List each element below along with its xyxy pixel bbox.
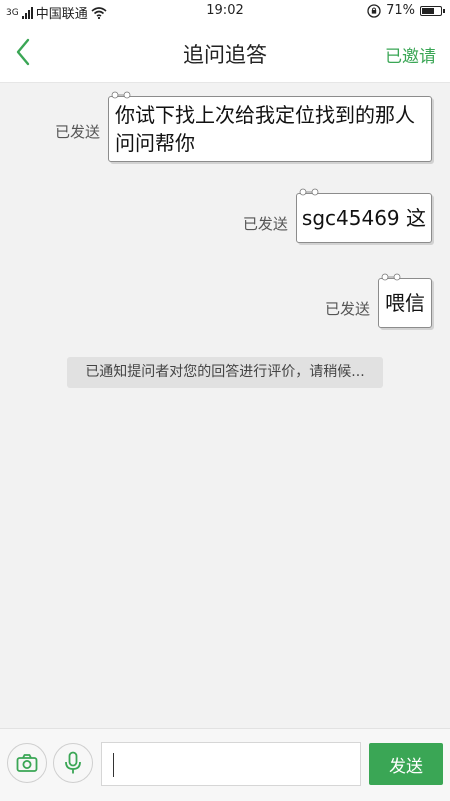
- status-bar-right: 71%: [367, 3, 445, 18]
- back-button[interactable]: [8, 34, 44, 70]
- title-bar: 追问追答 已邀请: [0, 24, 450, 83]
- bubble-decoration-icon: [299, 188, 319, 196]
- message-bubble[interactable]: 你试下找上次给我定位找到的那人问问帮你: [108, 91, 432, 162]
- message-status: 已发送: [54, 123, 100, 141]
- send-button[interactable]: 发送: [369, 743, 443, 785]
- status-bar: 3G 中国联通 19:02 71%: [0, 0, 450, 24]
- message-status: 已发送: [242, 215, 288, 233]
- text-caret: [113, 753, 114, 777]
- input-bar: 发送: [0, 728, 450, 801]
- battery-fill: [422, 7, 434, 14]
- message-text: sgc45469 这: [301, 206, 426, 230]
- message-list[interactable]: 已发送 你试下找上次给我定位找到的那人问问帮你 已发送 sgc45469 这 已…: [0, 83, 450, 728]
- message-row: 已发送 你试下找上次给我定位找到的那人问问帮你: [54, 91, 432, 162]
- page-title: 追问追答: [183, 43, 267, 67]
- battery-icon: [420, 5, 445, 16]
- message-status: 已发送: [324, 300, 370, 318]
- rotation-lock-icon: [367, 3, 381, 18]
- message-text: 喂信: [385, 291, 425, 315]
- voice-button[interactable]: [53, 743, 93, 783]
- invite-button[interactable]: 已邀请: [385, 42, 436, 67]
- message-bubble[interactable]: sgc45469 这: [295, 188, 432, 243]
- bubble-decoration-icon: [111, 91, 131, 99]
- evaluation-notice: 已通知提问者对您的回答进行评价，请稍候...: [67, 357, 383, 388]
- message-row: 已发送 sgc45469 这: [242, 188, 432, 243]
- message-bubble[interactable]: 喂信: [378, 273, 432, 328]
- camera-icon: [16, 754, 38, 772]
- camera-button[interactable]: [7, 743, 47, 783]
- message-input[interactable]: [101, 742, 361, 786]
- microphone-icon: [65, 751, 81, 774]
- bubble-decoration-icon: [381, 273, 401, 281]
- message-text: 你试下找上次给我定位找到的那人问问帮你: [115, 103, 415, 155]
- battery-percent: 71%: [386, 3, 415, 18]
- chevron-left-icon: [16, 38, 30, 66]
- message-row: 已发送 喂信: [324, 273, 432, 328]
